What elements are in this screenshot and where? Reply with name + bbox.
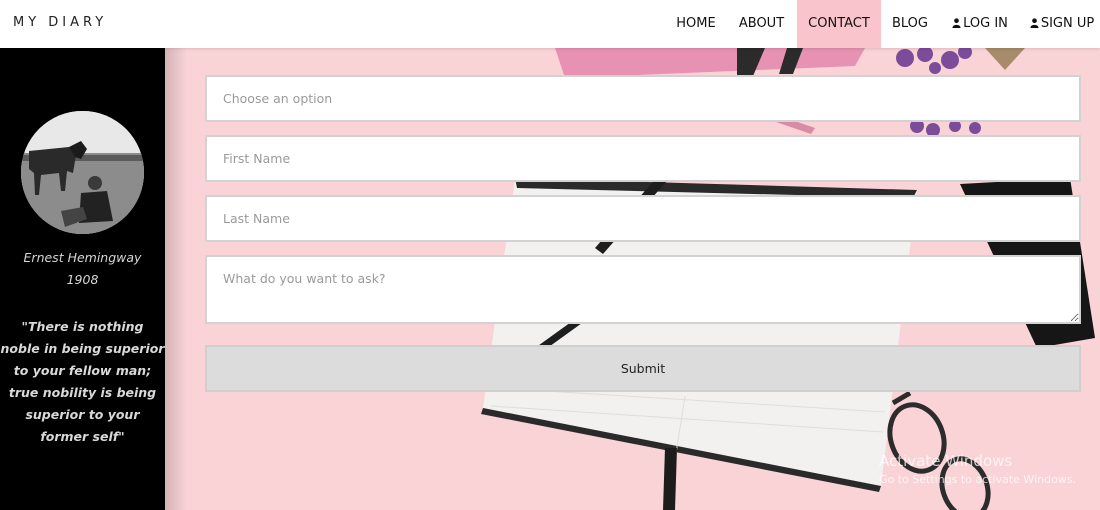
activation-watermark-title: Activate Windows [879,452,1013,470]
author-name: Ernest Hemingway [23,250,142,265]
user-icon [1030,18,1039,28]
top-navbar: MY DIARY HOME ABOUT CONTACT BLOG LOG IN … [0,0,1100,48]
submit-button[interactable]: Submit [205,345,1081,392]
option-select[interactable] [205,75,1081,122]
activation-watermark-subtitle: Go to Settings to activate Windows. [879,473,1077,486]
nav-contact[interactable]: CONTACT [797,0,881,48]
nav-signup[interactable]: SIGN UP [1024,0,1100,48]
author-photo [21,111,144,234]
nav-signup-label: SIGN UP [1040,16,1095,31]
question-textarea[interactable] [205,255,1081,324]
nav-login[interactable]: LOG IN [945,0,1015,48]
author-year: 1908 [66,272,99,287]
nav-blog[interactable]: BLOG [884,0,936,48]
brand-logo[interactable]: MY DIARY [13,15,107,30]
user-icon [952,18,961,28]
last-name-input[interactable] [205,195,1081,242]
nav-login-label: LOG IN [963,16,1008,31]
sidebar: Ernest Hemingway 1908 "There is nothing … [0,48,165,510]
first-name-input[interactable] [205,135,1081,182]
author-quote: "There is nothing noble in being superio… [0,319,165,444]
avatar [21,111,144,234]
nav-about[interactable]: ABOUT [730,0,793,48]
nav-home[interactable]: HOME [666,0,726,48]
